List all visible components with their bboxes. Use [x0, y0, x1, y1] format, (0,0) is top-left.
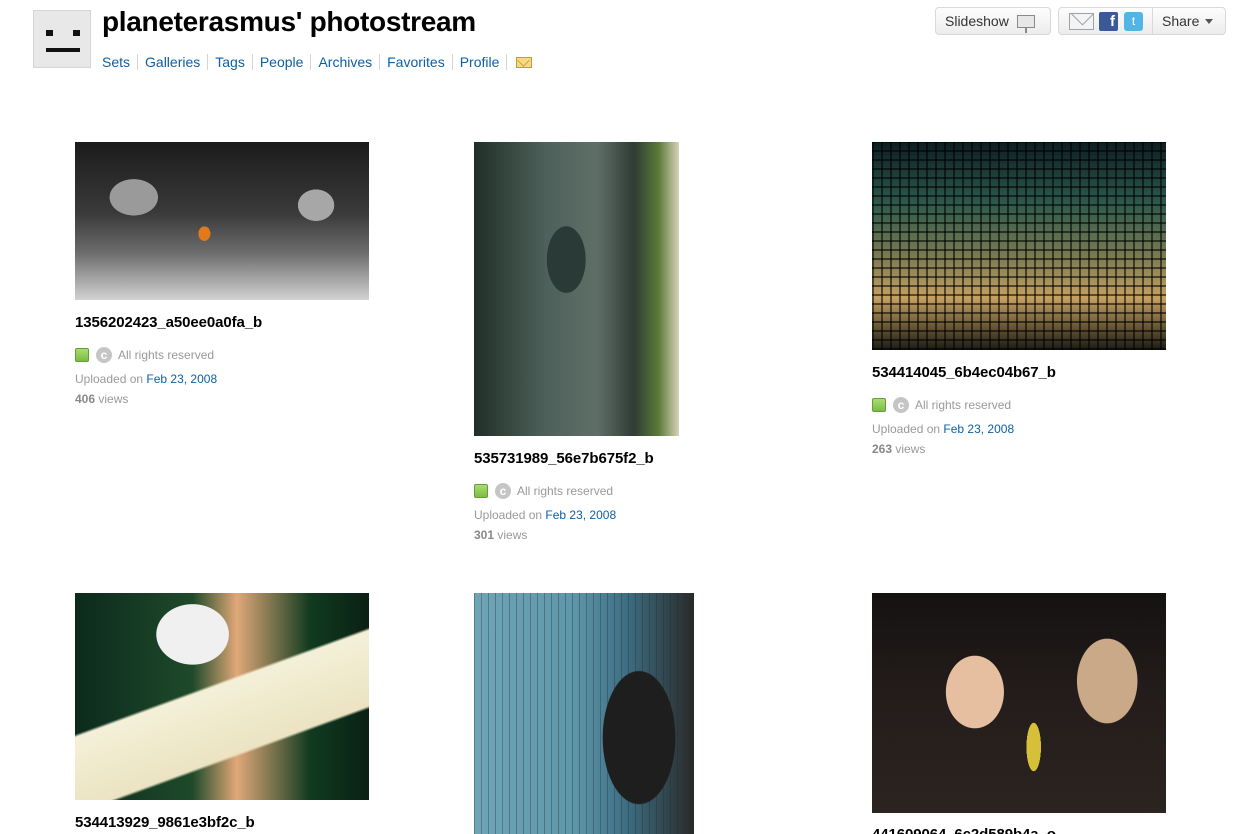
privacy-public-icon [75, 348, 89, 362]
twitter-icon[interactable]: t [1124, 11, 1143, 31]
license-text: All rights reserved [118, 348, 215, 362]
photo-title[interactable]: 534413929_9861e3bf2c_b [75, 814, 255, 831]
avatar-mouth [46, 48, 80, 52]
photo-thumbnail[interactable] [474, 142, 679, 436]
upload-date-link[interactable]: Feb 23, 2008 [146, 372, 217, 386]
photo-title[interactable]: 535731989_56e7b675f2_b [474, 450, 654, 467]
nav-sets[interactable]: Sets [102, 54, 139, 70]
photo-thumbnail[interactable] [474, 593, 694, 834]
nav-archives[interactable]: Archives [311, 54, 381, 70]
views-label: views [895, 442, 926, 456]
chevron-down-icon[interactable] [1205, 18, 1214, 24]
photo-thumbnail[interactable] [75, 142, 369, 300]
photo-thumbnail[interactable] [872, 593, 1166, 813]
uploaded-label: Uploaded on [75, 372, 144, 386]
nav-people[interactable]: People [253, 54, 312, 70]
photo-title[interactable]: 1356202423_a50ee0a0fa_b [75, 314, 262, 331]
profile-subnav: Sets Galleries Tags People Archives Favo… [102, 54, 533, 70]
nav-favorites[interactable]: Favorites [380, 54, 453, 70]
privacy-public-icon [474, 484, 488, 498]
slideshow-button[interactable]: Slideshow [935, 7, 1051, 35]
nav-profile[interactable]: Profile [453, 54, 508, 70]
user-avatar[interactable] [33, 10, 91, 68]
view-count: 406 [75, 392, 96, 406]
share-divider [1152, 8, 1153, 34]
slideshow-label: Slideshow [945, 13, 1009, 29]
view-count: 301 [474, 528, 495, 542]
views-label: views [497, 528, 528, 542]
page-title: planeterasmus' photostream [102, 6, 476, 37]
share-button[interactable]: Share [1162, 13, 1199, 29]
photo-title[interactable]: 441609064_6c2d589b4a_o [872, 826, 1056, 834]
copyright-icon: c [893, 397, 909, 413]
view-count: 263 [872, 442, 893, 456]
mail-icon[interactable] [516, 56, 533, 68]
license-text: All rights reserved [915, 398, 1012, 412]
uploaded-label: Uploaded on [872, 422, 941, 436]
email-share-icon[interactable] [1069, 12, 1094, 30]
photo-thumbnail[interactable] [872, 142, 1166, 350]
photo-thumbnail[interactable] [75, 593, 369, 800]
photo-meta: c All rights reserved Uploaded on Feb 23… [872, 397, 1014, 456]
copyright-icon: c [495, 483, 511, 499]
slideshow-screen-icon [1016, 14, 1035, 33]
avatar-eye-right [73, 30, 80, 36]
avatar-eye-left [46, 30, 53, 36]
facebook-icon[interactable]: f [1099, 11, 1118, 31]
upload-date-link[interactable]: Feb 23, 2008 [943, 422, 1014, 436]
photo-meta: c All rights reserved Uploaded on Feb 23… [75, 347, 217, 406]
share-toolbar: f t Share [1058, 7, 1226, 35]
photo-meta: c All rights reserved Uploaded on Feb 23… [474, 483, 616, 542]
views-label: views [98, 392, 129, 406]
uploaded-label: Uploaded on [474, 508, 543, 522]
nav-tags[interactable]: Tags [208, 54, 253, 70]
copyright-icon: c [96, 347, 112, 363]
photo-title[interactable]: 534414045_6b4ec04b67_b [872, 364, 1056, 381]
upload-date-link[interactable]: Feb 23, 2008 [545, 508, 616, 522]
nav-galleries[interactable]: Galleries [138, 54, 209, 70]
license-text: All rights reserved [517, 484, 614, 498]
privacy-public-icon [872, 398, 886, 412]
